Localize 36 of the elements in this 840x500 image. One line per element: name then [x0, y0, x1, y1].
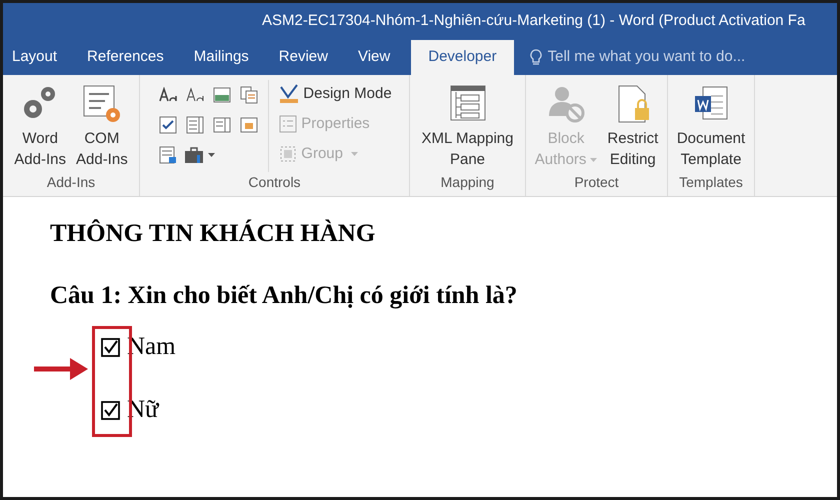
ribbon-tab[interactable]: Layout: [3, 40, 66, 75]
ribbon-button[interactable]: Document Template: [672, 80, 750, 172]
ribbon-button[interactable]: XML Mapping Pane: [418, 80, 518, 172]
group-label: Mapping: [440, 173, 496, 192]
ribbon-button[interactable]: COM Add-Ins: [72, 80, 132, 172]
checkbox-icon[interactable]: [101, 400, 120, 420]
tell-me-field[interactable]: Tell me what you want to do...: [530, 40, 746, 75]
group-icon: [279, 145, 298, 163]
document-heading: THÔNG TIN KHÁCH HÀNG: [50, 218, 376, 249]
ruler-pencil-icon: [279, 84, 300, 104]
checklist-gear-icon: [82, 84, 122, 124]
window-title: ASM2-EC17304-Nhóm-1-Nghiên-cứu-Marketing (1) - Word (Product Activation Fa: [262, 11, 806, 32]
checkbox-control-icon[interactable]: [157, 114, 180, 136]
toolbox-icon: [184, 146, 204, 164]
checkbox-icon[interactable]: [101, 338, 120, 356]
ribbon-tab[interactable]: Mailings: [184, 40, 258, 75]
building-block-icon[interactable]: [238, 84, 260, 106]
ribbon-tab[interactable]: References: [78, 40, 173, 75]
ribbon-tab[interactable]: Review: [270, 40, 337, 75]
ribbon-button[interactable]: Design Mode: [279, 80, 392, 108]
properties-icon: [279, 115, 298, 133]
group-label: Add-Ins: [46, 173, 96, 192]
group-label: Protect: [573, 173, 620, 192]
ribbon-tab[interactable]: Developer: [411, 40, 514, 75]
ribbon-button[interactable]: Word Add-Ins: [10, 80, 70, 172]
ribbon-button[interactable]: Restrict Editing: [603, 80, 662, 172]
person-block-icon: [546, 84, 586, 124]
lightbulb-icon: [530, 48, 542, 66]
group-label: Templates: [678, 173, 744, 192]
combo-box-icon[interactable]: [184, 114, 206, 136]
ribbon-tab[interactable]: View: [348, 40, 400, 75]
question-text: Câu 1: Xin cho biết Anh/Chị có giới tính là?: [50, 280, 518, 310]
group-label: Controls: [247, 173, 302, 192]
tell-me-placeholder: Tell me what you want to do...: [548, 47, 746, 68]
arrow-icon: [34, 356, 89, 382]
caret-icon: [208, 153, 216, 157]
